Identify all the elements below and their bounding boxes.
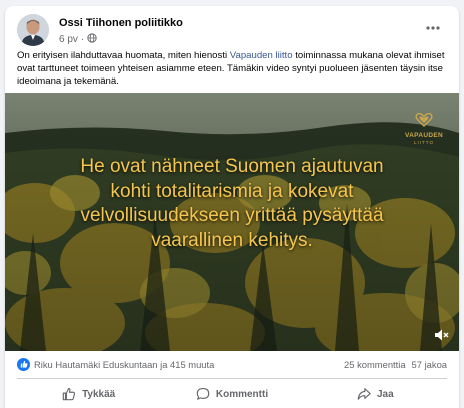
brand-sub: LIITTO <box>414 140 434 145</box>
heart-logo-icon <box>415 112 433 127</box>
comment-bubble-icon <box>196 388 210 400</box>
video-player[interactable]: VAPAUDEN LIITTO He ovat nähneet Suomen a… <box>5 93 459 351</box>
comment-label: Kommentti <box>215 388 269 400</box>
author-name[interactable]: Ossi Tiihonen poliitikko <box>59 17 183 29</box>
like-reaction-icon <box>17 357 30 371</box>
post-stats: Riku Hautamäki Eduskuntaan ja 415 muuta … <box>17 356 447 372</box>
thumbs-up-icon <box>62 388 76 401</box>
like-label: Tykkää <box>82 388 116 400</box>
reactions-summary[interactable]: Riku Hautamäki Eduskuntaan ja 415 muuta <box>17 357 215 371</box>
reactions-text: Riku Hautamäki Eduskuntaan ja 415 muuta <box>34 358 215 370</box>
mute-button[interactable] <box>433 327 449 343</box>
globe-icon <box>87 33 97 46</box>
brand-name: VAPAUDEN <box>405 132 443 139</box>
video-caption: He ovat nähneet Suomen ajautuvan kohti t… <box>25 155 439 253</box>
caption-line-2: kohti totalitarismia ja kokevat <box>110 180 354 202</box>
actions-divider <box>17 378 447 379</box>
post-time[interactable]: 6 pv <box>59 34 78 45</box>
meta-separator: · <box>80 34 85 45</box>
more-dots-icon <box>426 26 440 30</box>
vapauden-liitto-logo: VAPAUDEN LIITTO <box>401 112 447 145</box>
share-label: Jaa <box>376 388 394 400</box>
post-actions: Tykkää Kommentti Jaa <box>17 380 447 408</box>
comments-count[interactable]: 25 kommenttia <box>344 359 406 370</box>
caption-line-4: vaarallinen kehitys. <box>151 229 313 251</box>
comment-button[interactable]: Kommentti <box>160 380 303 408</box>
author-avatar[interactable] <box>17 14 49 46</box>
post-text: On erityisen ilahduttavaa huomata, miten… <box>17 49 449 88</box>
caption-line-1: He ovat nähneet Suomen ajautuvan <box>80 156 384 177</box>
like-button[interactable]: Tykkää <box>17 380 160 408</box>
share-arrow-icon <box>357 388 371 400</box>
post-text-part1: On erityisen ilahduttavaa huomata, miten… <box>17 50 230 61</box>
speaker-muted-icon <box>435 329 449 341</box>
vapauden-liitto-link[interactable]: Vapauden liitto <box>230 50 293 61</box>
shares-count[interactable]: 57 jakoa <box>412 359 447 370</box>
post-meta: 6 pv · <box>59 33 97 46</box>
share-button[interactable]: Jaa <box>304 380 447 408</box>
facebook-post: Ossi Tiihonen poliitikko 6 pv · On erity… <box>5 6 459 408</box>
more-options-button[interactable] <box>421 16 445 40</box>
post-header: Ossi Tiihonen poliitikko 6 pv · <box>17 14 447 46</box>
stats-counts: 25 kommenttia 57 jakoa <box>344 359 447 370</box>
caption-line-3: velvollisuudekseen yrittää pysäyttää <box>80 205 384 226</box>
